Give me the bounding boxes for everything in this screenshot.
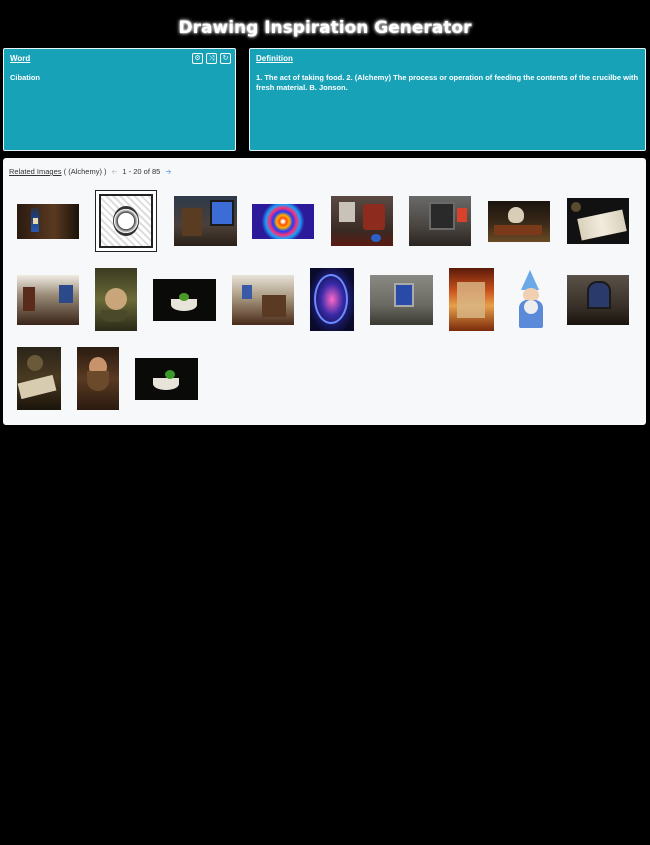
wizard-orb-image[interactable] — [310, 268, 354, 331]
alchemist-lab-window-image[interactable] — [174, 196, 237, 246]
cartoon-wizard-image[interactable] — [511, 268, 553, 331]
word-value: Cibation — [10, 73, 40, 82]
refresh-icon[interactable]: ↻ — [220, 53, 231, 64]
gothic-room-image[interactable] — [567, 275, 629, 325]
mandala-pattern-image[interactable] — [252, 204, 314, 239]
open-book-image[interactable] — [567, 198, 629, 244]
word-panel: Word ⚙ ⤨ ↻ Cibation — [3, 48, 236, 151]
arrow-right-icon[interactable]: 🡢 — [165, 169, 171, 176]
related-images-panel: Related Images ( (Alchemy) ) 🡠 1 - 20 of… — [3, 158, 646, 425]
word-heading[interactable]: Word — [10, 54, 30, 63]
definition-text: 1. The act of taking food. 2. (Alchemy) … — [256, 73, 639, 92]
related-images-link[interactable]: Related Images — [9, 167, 62, 176]
bearded-alchemist-image[interactable] — [77, 347, 119, 410]
hands-mortar-image[interactable] — [95, 268, 137, 331]
gear-icon[interactable]: ⚙ — [192, 53, 203, 64]
stone-room-window-image[interactable] — [370, 275, 433, 325]
images-range: 1 - 20 of 85 — [122, 167, 161, 176]
alchemy-book-mortar-image[interactable] — [17, 347, 61, 410]
mortar-leaves-image[interactable] — [135, 358, 198, 400]
burning-parchment-image[interactable] — [449, 268, 494, 331]
occult-card-image[interactable] — [95, 190, 157, 252]
shuffle-icon[interactable]: ⤨ — [206, 53, 217, 64]
workshop-room-image[interactable] — [232, 275, 294, 325]
stone-hall-image[interactable] — [409, 196, 471, 246]
library-room-image[interactable] — [17, 275, 79, 325]
mortar-herbs-image[interactable] — [153, 279, 216, 321]
images-filter: ( (Alchemy) ) — [63, 167, 107, 176]
skull-books-image[interactable] — [488, 201, 550, 242]
potion-bottle-image[interactable] — [17, 204, 79, 239]
definition-heading[interactable]: Definition — [256, 54, 293, 63]
arrow-left-icon[interactable]: 🡠 — [112, 169, 118, 176]
definition-panel: Definition 1. The act of taking food. 2.… — [249, 48, 646, 151]
related-images-header: Related Images ( (Alchemy) ) 🡠 1 - 20 of… — [9, 167, 174, 179]
alchemist-room-image[interactable] — [331, 196, 393, 246]
app-title: Drawing Inspiration Generator — [178, 18, 472, 38]
